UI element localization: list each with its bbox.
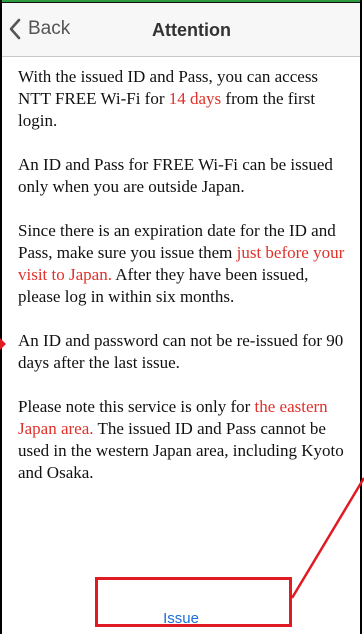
navigation-bar: Back Attention bbox=[2, 3, 360, 57]
page-title: Attention bbox=[152, 20, 231, 40]
paragraph-expiration: Since there is an expiration date for th… bbox=[18, 221, 345, 306]
chevron-left-icon bbox=[9, 18, 21, 40]
paragraph-eastern-japan: Please note this service is only for the… bbox=[18, 397, 344, 482]
paragraph-reissue: An ID and password can not be re-issued … bbox=[18, 331, 344, 372]
attention-content: With the issued ID and Pass, you can acc… bbox=[18, 66, 348, 506]
highlight-14-days: 14 days bbox=[168, 89, 222, 108]
paragraph-outside-japan: An ID and Pass for FREE Wi-Fi can be iss… bbox=[18, 155, 333, 196]
back-label: Back bbox=[28, 18, 71, 39]
back-button[interactable]: Back bbox=[8, 11, 70, 47]
issue-button[interactable]: Issue bbox=[0, 610, 362, 627]
paragraph-access-period: With the issued ID and Pass, you can acc… bbox=[18, 67, 319, 130]
